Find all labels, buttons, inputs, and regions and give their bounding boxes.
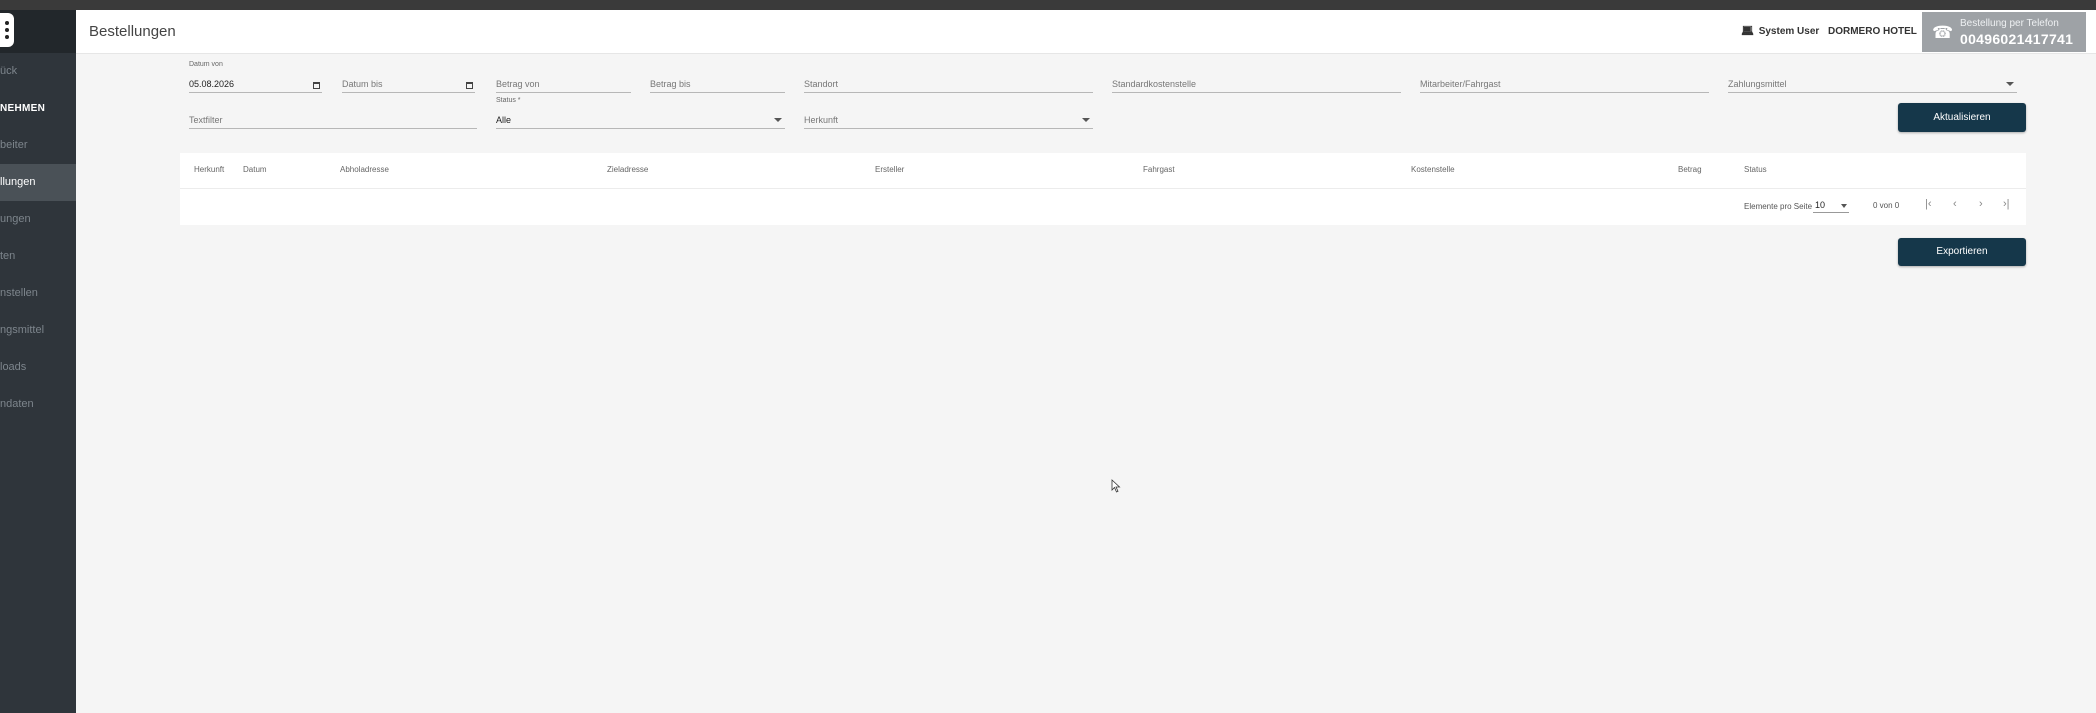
chevron-down-icon <box>1082 118 1090 122</box>
column-header-creator[interactable]: Ersteller <box>875 165 904 174</box>
phone-number: 00496021417741 <box>1960 31 2074 47</box>
hotel-name[interactable]: DORMERO HOTEL <box>1828 26 1917 37</box>
calendar-icon[interactable] <box>466 82 473 89</box>
origin-select[interactable]: Herkunft <box>804 110 1093 129</box>
status-select[interactable]: Status * Alle <box>496 97 785 129</box>
table-divider <box>180 188 2026 189</box>
orders-table: Herkunft Datum Abholadresse Zieladresse … <box>180 153 2026 225</box>
column-header-date[interactable]: Datum <box>243 165 267 174</box>
sidebar-logo-area <box>0 10 76 53</box>
chevron-down-icon <box>774 118 782 122</box>
refresh-button[interactable]: Aktualisieren <box>1898 103 2026 132</box>
window-top-bar <box>0 0 2096 10</box>
amount-to-field[interactable]: Betrag bis <box>650 74 785 93</box>
sidebar-section-company: NEHMEN <box>0 103 46 114</box>
column-header-origin[interactable]: Herkunft <box>194 165 224 174</box>
sidebar-item-master-data[interactable]: ndaten <box>0 386 76 423</box>
last-page-icon[interactable]: ›| <box>2003 198 2010 210</box>
header: Bestellungen 💻︎ System User DORMERO HOTE… <box>76 10 2096 54</box>
payment-method-select[interactable]: Zahlungsmittel <box>1728 74 2017 93</box>
sidebar-item-payment-methods[interactable]: ngsmittel <box>0 312 76 349</box>
next-page-icon[interactable]: › <box>1979 198 1983 210</box>
mouse-cursor-icon <box>1111 479 1121 493</box>
column-header-status[interactable]: Status <box>1744 165 1767 174</box>
chevron-down-icon <box>1841 204 1847 208</box>
phone-icon: ☎ <box>1932 23 1954 42</box>
items-per-page-label: Elemente pro Seite <box>1744 202 1813 211</box>
first-page-icon[interactable]: |‹ <box>1925 198 1932 210</box>
sidebar-item-downloads[interactable]: loads <box>0 349 76 386</box>
column-header-destination[interactable]: Zieladresse <box>607 165 648 174</box>
pagination-range: 0 von 0 <box>1873 201 1900 210</box>
sidebar-item-cost-centers[interactable]: nstellen <box>0 275 76 312</box>
column-header-pickup[interactable]: Abholadresse <box>340 165 389 174</box>
amount-from-field[interactable]: Betrag von <box>496 74 631 93</box>
previous-page-icon[interactable]: ‹ <box>1953 198 1957 210</box>
date-to-field[interactable]: Datum bis <box>342 74 475 93</box>
sidebar-item-sites[interactable]: ten <box>0 238 76 275</box>
phone-order-box[interactable]: ☎ Bestellung per Telefon 00496021417741 <box>1922 12 2086 52</box>
text-filter-field[interactable]: Textfilter <box>189 110 477 129</box>
default-cost-center-field[interactable]: Standardkostenstelle <box>1112 74 1401 93</box>
user-menu[interactable]: 💻︎ System User <box>1741 26 1819 37</box>
export-button[interactable]: Exportieren <box>1898 238 2026 266</box>
page-title: Bestellungen <box>89 23 176 40</box>
calendar-icon[interactable] <box>313 82 320 89</box>
column-header-passenger[interactable]: Fahrgast <box>1143 165 1175 174</box>
menu-icon[interactable] <box>0 13 14 47</box>
column-header-amount[interactable]: Betrag <box>1678 165 1702 174</box>
sidebar-item-invoices[interactable]: ungen <box>0 201 76 238</box>
sidebar-item-employees[interactable]: beiter <box>0 127 76 164</box>
user-name: System User <box>1758 26 1820 37</box>
column-header-cost-center[interactable]: Kostenstelle <box>1411 165 1455 174</box>
laptop-icon: 💻︎ <box>1741 26 1754 37</box>
employee-passenger-field[interactable]: Mitarbeiter/Fahrgast <box>1420 74 1709 93</box>
items-per-page-select[interactable]: 10 <box>1813 199 1849 213</box>
sidebar-item-back[interactable]: ück <box>0 53 76 90</box>
sidebar-item-orders[interactable]: llungen <box>0 164 76 201</box>
chevron-down-icon <box>2006 82 2014 86</box>
date-from-field[interactable]: Datum von 05.08.2026 <box>189 61 322 93</box>
location-field[interactable]: Standort <box>804 74 1093 93</box>
phone-label: Bestellung per Telefon <box>1960 18 2059 29</box>
sidebar: ück NEHMEN beiter llungen ungen ten nste… <box>0 10 76 713</box>
